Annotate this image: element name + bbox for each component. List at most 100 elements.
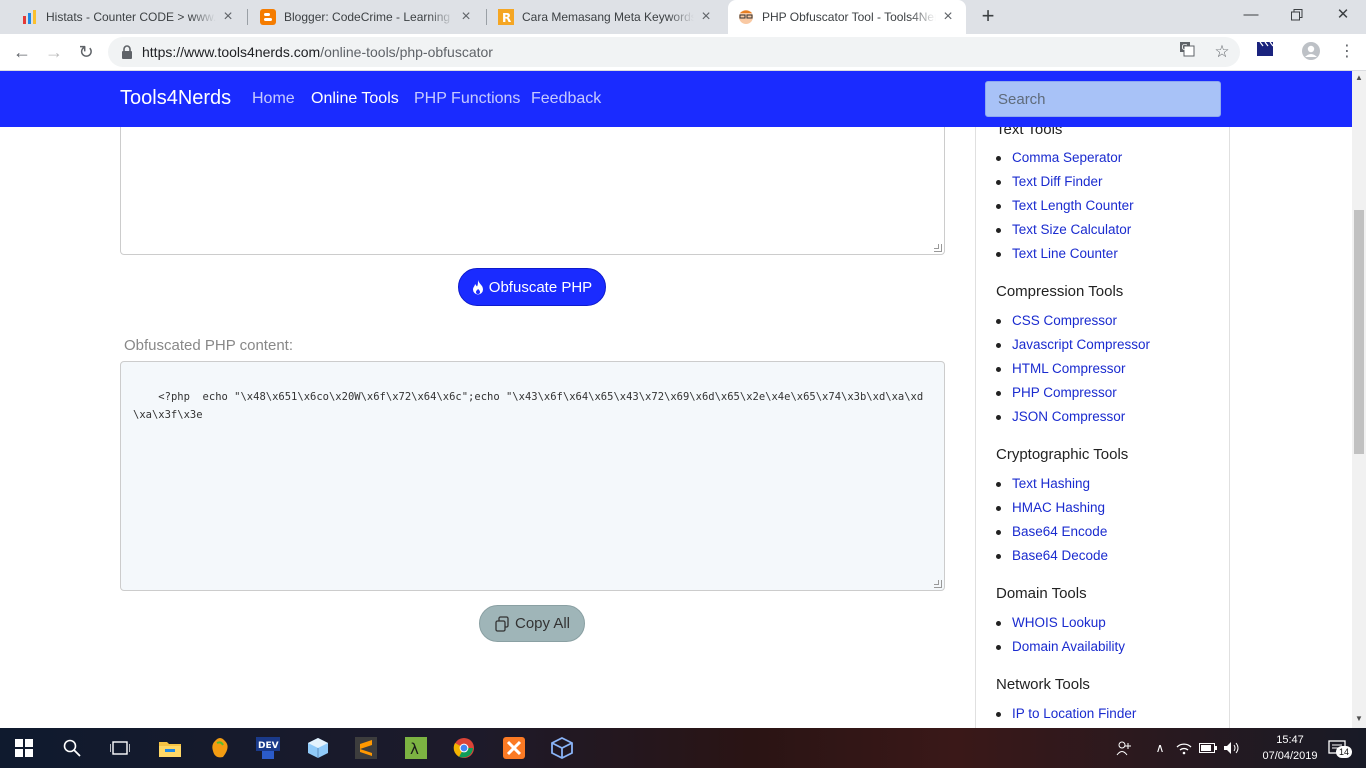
bookmark-star-icon[interactable]: ☆ bbox=[1211, 41, 1233, 63]
sidebar-item-html-compressor[interactable]: HTML Compressor bbox=[996, 361, 1126, 376]
nav-feedback[interactable]: Feedback bbox=[531, 90, 601, 108]
scroll-down-icon[interactable]: ▼ bbox=[1354, 714, 1364, 726]
r-favicon-icon: R bbox=[498, 9, 514, 25]
sidebar-item-text-line-counter[interactable]: Text Line Counter bbox=[996, 246, 1118, 261]
sidebar-item-whois-lookup[interactable]: WHOIS Lookup bbox=[996, 615, 1106, 630]
sublime-text-icon[interactable] bbox=[354, 736, 378, 760]
tab-title: PHP Obfuscator Tool - Tools4Ner bbox=[762, 10, 936, 24]
tab-divider bbox=[247, 9, 248, 25]
sidebar-item-text-size-calculator[interactable]: Text Size Calculator bbox=[995, 222, 1131, 237]
action-center-icon[interactable]: 14 bbox=[1324, 736, 1353, 760]
people-icon[interactable] bbox=[1112, 736, 1136, 760]
reload-icon[interactable]: ↻ bbox=[72, 38, 100, 66]
close-icon[interactable]: × bbox=[940, 9, 956, 25]
sidebar-heading-compression-tools: Compression Tools bbox=[996, 283, 1124, 300]
3d-box-app-icon[interactable] bbox=[550, 736, 574, 760]
close-icon[interactable]: × bbox=[220, 9, 236, 25]
page-viewport: Tools4Nerds Home Online Tools PHP Functi… bbox=[0, 71, 1352, 728]
scroll-up-icon[interactable]: ▲ bbox=[1354, 73, 1364, 85]
nerd-favicon-icon bbox=[738, 9, 754, 25]
sidebar-item-javascript-compressor[interactable]: Javascript Compressor bbox=[995, 337, 1150, 352]
window-close-icon[interactable]: ✕ bbox=[1320, 0, 1366, 30]
virtualbox-cube-icon[interactable] bbox=[306, 736, 330, 760]
sidebar-item-text-length-counter[interactable]: Text Length Counter bbox=[996, 198, 1134, 213]
sidebar-item-base64-encode[interactable]: Base64 Encode bbox=[995, 524, 1107, 539]
copy-all-button[interactable]: Copy All bbox=[479, 605, 585, 642]
sidebar-heading-cryptographic-tools: Cryptographic Tools bbox=[996, 446, 1129, 463]
show-hidden-icons-chevron-icon[interactable]: ∧ bbox=[1148, 736, 1172, 760]
site-navbar: Tools4Nerds Home Online Tools PHP Functi… bbox=[0, 71, 1352, 127]
obfuscate-button-label: Obfuscate PHP bbox=[488, 278, 593, 296]
obfuscate-php-button[interactable]: Obfuscate PHP bbox=[458, 268, 606, 306]
obfuscated-output-textarea[interactable]: <?php echo "\x48\x651\x6co\x20W\x6f\x72\… bbox=[120, 361, 945, 591]
svg-text:G: G bbox=[1182, 43, 1188, 52]
nav-online-tools[interactable]: Online Tools bbox=[311, 90, 399, 108]
chrome-icon[interactable] bbox=[452, 736, 476, 760]
search-icon[interactable] bbox=[60, 736, 84, 760]
copy-icon bbox=[495, 615, 509, 632]
fire-icon bbox=[472, 279, 483, 294]
url-text: https://www.tools4nerds.com/online-tools… bbox=[142, 44, 493, 60]
nav-php-functions[interactable]: PHP Functions bbox=[414, 90, 520, 108]
minimize-icon[interactable]: — bbox=[1228, 0, 1274, 30]
tab-blogger[interactable]: Blogger: CodeCrime - Learning T × bbox=[250, 0, 484, 34]
volume-icon[interactable] bbox=[1220, 736, 1244, 760]
sidebar-item-hmac-hashing[interactable]: HMAC Hashing bbox=[995, 500, 1105, 515]
windows-taskbar: DEV λ ∧ 15:47 07/04/2019 14 bbox=[0, 728, 1366, 768]
resize-handle-icon[interactable] bbox=[934, 244, 942, 252]
new-tab-button[interactable]: + bbox=[978, 5, 998, 28]
back-icon[interactable]: ← bbox=[8, 38, 36, 66]
sidebar-item-php-compressor[interactable]: PHP Compressor bbox=[996, 385, 1117, 400]
tools-sidebar: Text Tools Comma Seperator Text Diff Fin… bbox=[975, 71, 1230, 728]
url-path: /online-tools/php-obfuscator bbox=[320, 44, 493, 60]
tab-histats[interactable]: Histats - Counter CODE > www.c × bbox=[12, 0, 246, 34]
sidebar-item-comma-seperator[interactable]: Comma Seperator bbox=[995, 150, 1122, 165]
lock-icon bbox=[122, 45, 132, 59]
nav-home[interactable]: Home bbox=[252, 90, 295, 108]
translate-icon[interactable]: G bbox=[1176, 41, 1198, 63]
profile-avatar-icon[interactable] bbox=[1300, 41, 1322, 63]
dev-cpp-icon[interactable]: DEV bbox=[256, 736, 280, 760]
system-clock[interactable]: 15:47 07/04/2019 bbox=[1262, 732, 1318, 764]
resize-handle-icon[interactable] bbox=[934, 580, 942, 588]
sidebar-item-base64-decode[interactable]: Base64 Decode bbox=[995, 548, 1108, 563]
sidebar-item-text-diff-finder[interactable]: Text Diff Finder bbox=[996, 174, 1103, 189]
output-label: Obfuscated PHP content: bbox=[124, 337, 293, 354]
tab-title: Histats - Counter CODE > www.c bbox=[46, 10, 216, 24]
wifi-icon[interactable] bbox=[1172, 736, 1196, 760]
xampp-icon[interactable] bbox=[502, 736, 526, 760]
close-icon[interactable]: × bbox=[458, 9, 474, 25]
close-icon[interactable]: × bbox=[698, 9, 714, 25]
sidebar-item-json-compressor[interactable]: JSON Compressor bbox=[995, 409, 1125, 424]
task-view-icon[interactable] bbox=[108, 736, 132, 760]
tab-divider bbox=[486, 9, 487, 25]
restore-icon[interactable] bbox=[1274, 0, 1320, 30]
lambda-app-icon[interactable]: λ bbox=[404, 736, 428, 760]
page-scrollbar[interactable]: ▲ ▼ bbox=[1352, 71, 1366, 728]
tab-title: Blogger: CodeCrime - Learning T bbox=[284, 10, 454, 24]
tab-meta-keywords[interactable]: R Cara Memasang Meta Keywords × bbox=[488, 0, 724, 34]
notification-count-badge: 14 bbox=[1336, 746, 1353, 758]
forward-icon[interactable]: → bbox=[40, 38, 68, 66]
fl-studio-icon[interactable] bbox=[208, 736, 232, 760]
clock-date: 07/04/2019 bbox=[1262, 750, 1318, 762]
site-brand[interactable]: Tools4Nerds bbox=[120, 87, 231, 110]
browser-toolbar: ← → ↻ https://www.tools4nerds.com/online… bbox=[0, 34, 1366, 71]
search-input[interactable] bbox=[985, 81, 1221, 117]
sidebar-item-domain-availability[interactable]: Domain Availability bbox=[995, 639, 1125, 654]
extension-clapper-icon[interactable] bbox=[1254, 41, 1276, 63]
file-explorer-icon[interactable] bbox=[158, 736, 182, 760]
menu-kebab-icon[interactable]: ⋮ bbox=[1336, 41, 1358, 63]
sidebar-item-css-compressor[interactable]: CSS Compressor bbox=[995, 313, 1117, 328]
sidebar-item-ip-to-location-finder[interactable]: IP to Location Finder bbox=[995, 706, 1136, 721]
url-host: https://www.tools4nerds.com bbox=[142, 44, 321, 60]
windows-start-icon[interactable] bbox=[12, 736, 36, 760]
tab-php-obfuscator[interactable]: PHP Obfuscator Tool - Tools4Ner × bbox=[728, 0, 966, 34]
scrollbar-thumb[interactable] bbox=[1354, 210, 1364, 454]
sidebar-heading-network-tools: Network Tools bbox=[996, 676, 1090, 693]
sidebar-item-text-hashing[interactable]: Text Hashing bbox=[995, 476, 1090, 491]
svg-text:R: R bbox=[502, 11, 511, 25]
battery-icon[interactable] bbox=[1196, 736, 1220, 760]
svg-text:λ: λ bbox=[410, 740, 419, 758]
address-bar[interactable]: https://www.tools4nerds.com/online-tools… bbox=[108, 37, 1240, 67]
